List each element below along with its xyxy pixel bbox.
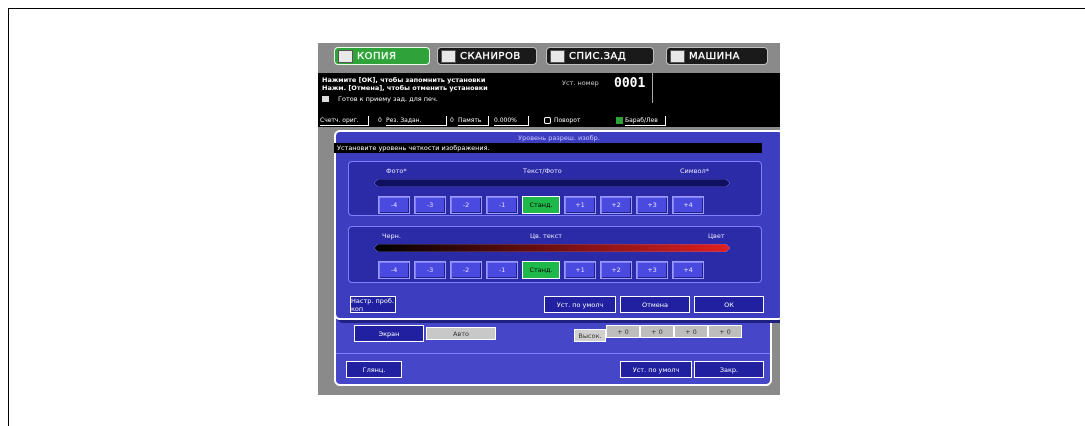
color-level-button[interactable]: -4 [378,261,410,279]
high-label: Высок. [574,329,606,342]
orig-counter-label: Счетч. ориг. [320,116,369,126]
sharpness-level-button[interactable]: Станд. [522,196,560,214]
tab-machine[interactable]: МАШИНА [666,47,768,65]
divider [336,353,770,354]
color-level-button[interactable]: +1 [564,261,596,279]
dialog-default-button[interactable]: Уст. по умолч [544,296,616,313]
photo-label: Фото* [386,167,407,175]
drum-label: Бараб/Лев [625,116,666,126]
sharpness-level-button[interactable]: +1 [564,196,596,214]
sharpness-gauge [374,179,730,187]
rotate-label: Поворот [554,117,581,124]
scan-icon [441,49,456,63]
tab-scan-label: СКАНИРОВ [460,50,521,62]
color-level-button[interactable]: +4 [672,261,704,279]
divider [652,73,653,103]
rotate-icon [544,117,551,124]
printer-icon [322,96,329,102]
tab-copy-label: КОПИЯ [357,50,397,62]
color-label: Цвет [708,232,725,240]
status-bar: Счетч. ориг. 0 Рез. Задан. 0 Память 0.00… [318,115,780,126]
message-line-2: Нажм. [Отмена], чтобы отменить установки [322,84,488,92]
tab-scan[interactable]: СКАНИРОВ [437,47,537,65]
color-level-button[interactable]: +3 [636,261,668,279]
machine-icon [670,49,685,63]
value-2[interactable]: + 0 [640,325,674,338]
drum-icon [616,117,623,124]
color-text-label: Цв. текст [530,232,563,240]
auto-button[interactable]: Авто [426,327,496,340]
tab-copy[interactable]: КОПИЯ [334,47,430,65]
sharpness-level-button[interactable]: +2 [600,196,632,214]
orig-counter-value: 0 [378,117,382,124]
color-level-button[interactable]: +2 [600,261,632,279]
reserved-label: Рез. Задан. [386,116,447,126]
sharpness-level-button[interactable]: -4 [378,196,410,214]
symbol-label: Символ* [680,167,709,175]
gloss-button[interactable]: Глянц. [346,361,402,378]
reserved-value: 0 [450,117,454,124]
text-photo-label: Текст/Фото [523,167,562,175]
ok-button[interactable]: ОК [694,296,764,313]
copier-screen: КОПИЯ СКАНИРОВ СПИС.ЗАД МАШИНА Нажмите [… [318,43,780,395]
sharpness-level-button[interactable]: -2 [450,196,482,214]
memory-value: 0.000% [494,116,529,126]
tab-job-list[interactable]: СПИС.ЗАД [546,47,654,65]
tab-machine-label: МАШИНА [689,50,741,62]
value-4[interactable]: + 0 [708,325,742,338]
ready-status: Готов к приему зад. для печ. [338,95,438,103]
color-level-button[interactable]: Станд. [522,261,560,279]
set-number: 0001 [614,76,646,91]
value-3[interactable]: + 0 [674,325,708,338]
default-button[interactable]: Уст. по умолч [620,361,692,378]
color-level-button[interactable]: -2 [450,261,482,279]
color-level-button[interactable]: -1 [486,261,518,279]
screen-button[interactable]: Экран [354,325,424,342]
sharpness-level-button[interactable]: -3 [414,196,446,214]
dialog-instruction: Установите уровень четкости изображения. [334,143,762,153]
color-gauge [374,244,730,252]
test-copy-button[interactable]: Настр. проб. коп [350,296,396,313]
job-list-icon [550,49,565,63]
sharpness-level-button[interactable]: -1 [486,196,518,214]
cancel-button[interactable]: Отмена [620,296,690,313]
dialog-title: Уровень разреш. изобр. [518,134,600,142]
memory-label: Память [458,116,489,126]
message-line-1: Нажмите [ОК], чтобы запомнить установки [322,76,486,84]
sharpness-level-button[interactable]: +3 [636,196,668,214]
sharpness-level-button[interactable]: +4 [672,196,704,214]
set-number-label: Уст. номер [562,79,599,87]
color-level-button[interactable]: -3 [414,261,446,279]
black-label: Черн. [382,232,401,240]
tab-job-list-label: СПИС.ЗАД [569,50,627,62]
value-1[interactable]: + 0 [606,325,640,338]
copy-icon [338,49,353,63]
resolution-dialog: Уровень разреш. изобр. [334,130,780,320]
close-button[interactable]: Закр. [694,361,764,378]
